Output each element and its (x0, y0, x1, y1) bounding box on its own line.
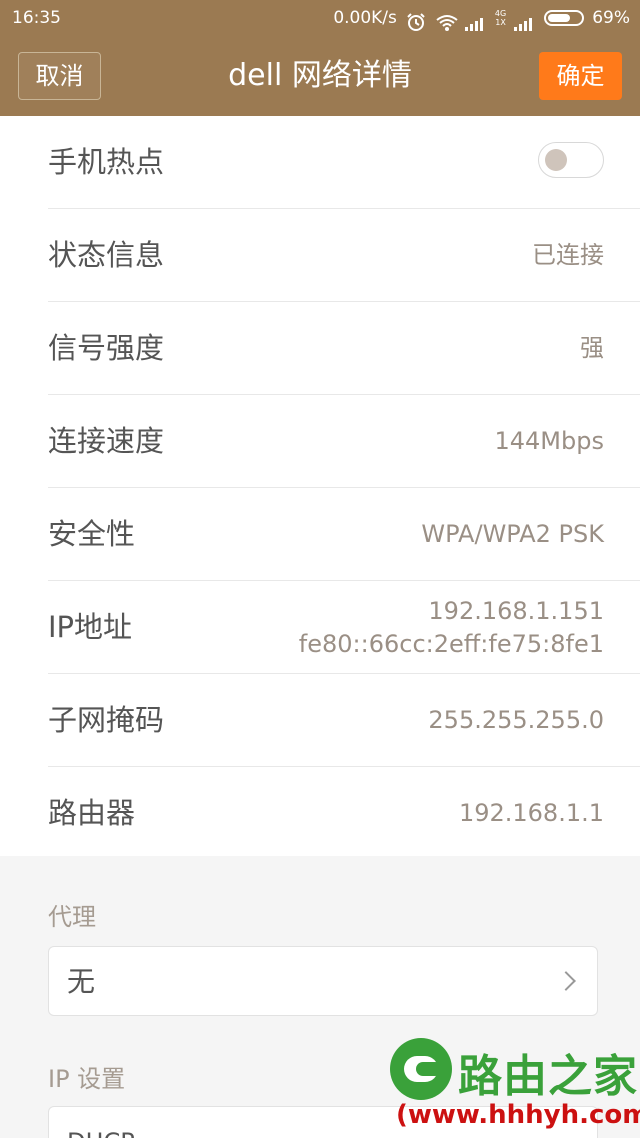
chevron-right-icon (556, 971, 576, 991)
network-type-bottom: 1X (495, 18, 506, 27)
speed-label: 连接速度 (48, 424, 165, 458)
wifi-icon (435, 9, 458, 31)
subnet-value: 255.255.255.0 (428, 706, 604, 734)
network-speed: 0.00K/s (333, 8, 397, 28)
header: dell 网络详情 取消 确定 (0, 36, 640, 116)
signal-row: 信号强度 强 (48, 302, 640, 395)
signal-label: 信号强度 (48, 331, 165, 365)
alarm-icon (405, 9, 427, 31)
proxy-select[interactable]: 无 (48, 946, 598, 1016)
network-details-list: 手机热点 状态信息 已连接 信号强度 强 连接速度 144Mbps 安全性 WP… (0, 116, 640, 856)
watermark: 路由之家 (www.hhhyh.com (390, 1038, 640, 1138)
battery-icon (544, 10, 585, 26)
status-bar: 16:35 0.00K/s 4G 1X 69% (0, 0, 640, 36)
status-row: 状态信息 已连接 (48, 209, 640, 302)
ipv4-value: 192.168.1.151 (428, 597, 604, 625)
signal-value: 强 (580, 334, 604, 362)
security-value: WPA/WPA2 PSK (421, 520, 604, 548)
watermark-logo-icon (390, 1038, 452, 1100)
status-label: 状态信息 (48, 238, 165, 272)
toggle-knob (545, 149, 567, 171)
battery-level (548, 14, 571, 22)
cancel-button[interactable]: 取消 (18, 52, 101, 100)
router-row: 路由器 192.168.1.1 (48, 767, 640, 860)
speed-row: 连接速度 144Mbps (48, 395, 640, 488)
network-type: 4G 1X (495, 9, 506, 27)
ipv6-value: fe80::66cc:2eff:fe75:8fe1 (298, 630, 604, 658)
signal-icon (514, 9, 536, 31)
confirm-button[interactable]: 确定 (539, 52, 622, 100)
subnet-row: 子网掩码 255.255.255.0 (48, 674, 640, 767)
ip-settings-section-label: IP 设置 (48, 1065, 126, 1093)
hotspot-row: 手机热点 (48, 116, 640, 209)
network-type-top: 4G (494, 9, 507, 18)
proxy-section-label: 代理 (48, 903, 96, 931)
router-label: 路由器 (48, 796, 136, 830)
ip-address-row: IP地址 192.168.1.151 fe80::66cc:2eff:fe75:… (48, 581, 640, 674)
hotspot-toggle[interactable] (538, 142, 604, 178)
status-icons: 0.00K/s 4G 1X 69% (333, 0, 630, 36)
ip-address-label: IP地址 (48, 610, 133, 644)
subnet-label: 子网掩码 (48, 703, 165, 737)
security-row: 安全性 WPA/WPA2 PSK (48, 488, 640, 581)
watermark-url: (www.hhhyh.com (396, 1100, 640, 1130)
proxy-value: 无 (67, 965, 96, 998)
battery-percent: 69% (592, 8, 630, 28)
security-label: 安全性 (48, 517, 136, 551)
watermark-title: 路由之家 (458, 1051, 638, 1102)
speed-value: 144Mbps (494, 427, 605, 455)
status-value: 已连接 (532, 241, 604, 269)
ip-address-values: 192.168.1.151 fe80::66cc:2eff:fe75:8fe1 (299, 595, 604, 661)
router-value: 192.168.1.1 (458, 799, 604, 827)
signal-icon (464, 9, 487, 31)
status-time: 16:35 (12, 8, 61, 28)
ip-settings-value: DHCP (67, 1107, 135, 1138)
logo-cut (416, 1062, 442, 1076)
hotspot-label: 手机热点 (48, 145, 165, 179)
